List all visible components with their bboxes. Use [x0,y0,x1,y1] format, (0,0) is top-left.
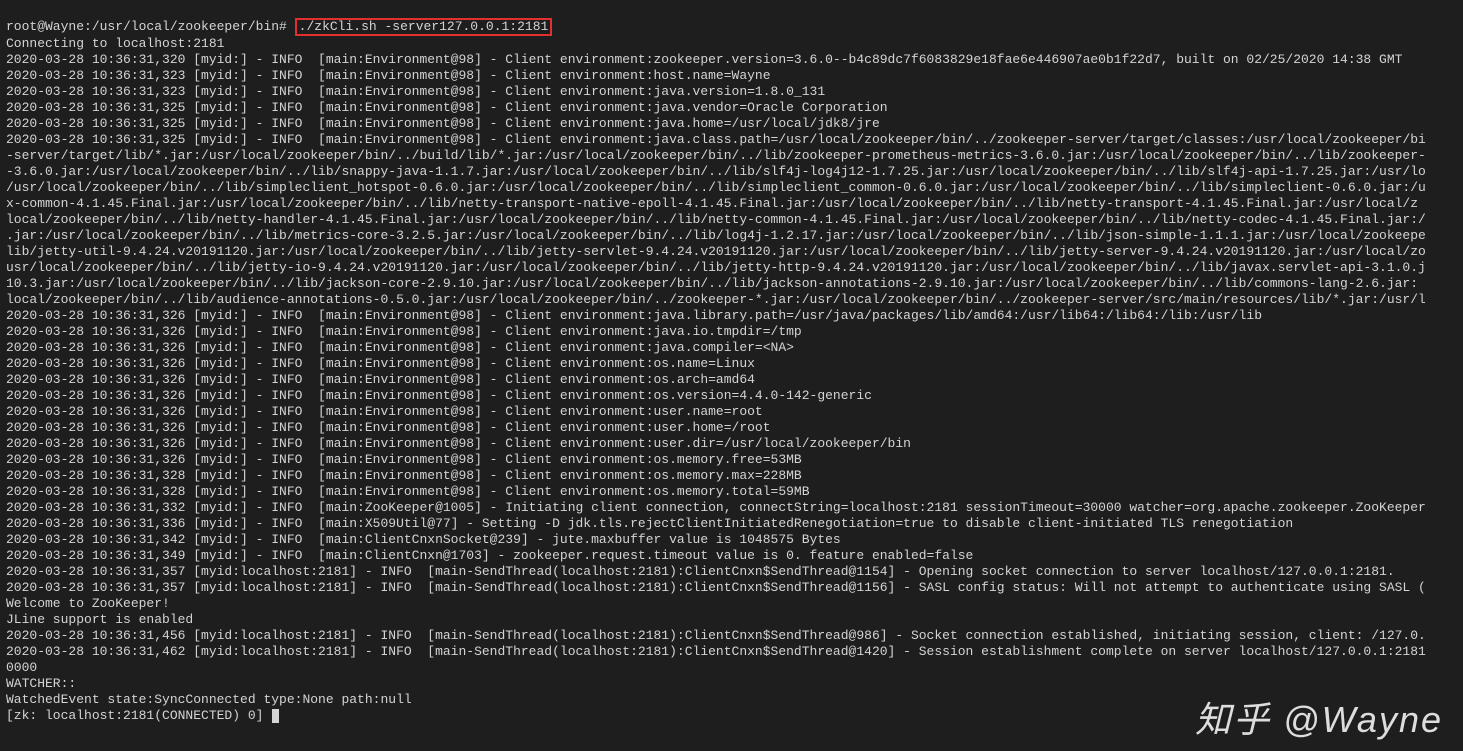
log-line: 2020-03-28 10:36:31,336 [myid:] - INFO [… [6,516,1457,532]
log-line: 2020-03-28 10:36:31,326 [myid:] - INFO [… [6,388,1457,404]
log-line: 2020-03-28 10:36:31,325 [myid:] - INFO [… [6,100,1457,116]
log-line: Connecting to localhost:2181 [6,36,1457,52]
log-line: -server/target/lib/*.jar:/usr/local/zook… [6,148,1457,164]
log-line: 2020-03-28 10:36:31,326 [myid:] - INFO [… [6,324,1457,340]
log-line: Welcome to ZooKeeper! [6,596,1457,612]
log-line: 2020-03-28 10:36:31,323 [myid:] - INFO [… [6,68,1457,84]
zk-prompt: [zk: localhost:2181(CONNECTED) 0] [6,708,271,723]
log-line: 2020-03-28 10:36:31,325 [myid:] - INFO [… [6,116,1457,132]
log-line: 2020-03-28 10:36:31,462 [myid:localhost:… [6,644,1457,660]
terminal-output[interactable]: root@Wayne:/usr/local/zookeeper/bin# ./z… [0,0,1463,751]
log-line: 2020-03-28 10:36:31,326 [myid:] - INFO [… [6,452,1457,468]
log-line: 2020-03-28 10:36:31,326 [myid:] - INFO [… [6,308,1457,324]
log-line: 10.3.jar:/usr/local/zookeeper/bin/../lib… [6,276,1457,292]
log-line: /usr/local/zookeeper/bin/../lib/simplecl… [6,180,1457,196]
shell-prompt: root@Wayne:/usr/local/zookeeper/bin# [6,19,287,34]
log-line: WATCHER:: [6,676,1457,692]
log-line: 2020-03-28 10:36:31,326 [myid:] - INFO [… [6,420,1457,436]
log-line: 2020-03-28 10:36:31,326 [myid:] - INFO [… [6,356,1457,372]
log-line: x-common-4.1.45.Final.jar:/usr/local/zoo… [6,196,1457,212]
log-line: -3.6.0.jar:/usr/local/zookeeper/bin/../l… [6,164,1457,180]
log-line: local/zookeeper/bin/../lib/audience-anno… [6,292,1457,308]
log-line: 2020-03-28 10:36:31,320 [myid:] - INFO [… [6,52,1457,68]
log-line: 2020-03-28 10:36:31,326 [myid:] - INFO [… [6,436,1457,452]
log-line: lib/jetty-util-9.4.24.v20191120.jar:/usr… [6,244,1457,260]
log-line: JLine support is enabled [6,612,1457,628]
prompt-line: root@Wayne:/usr/local/zookeeper/bin# ./z… [6,18,1457,36]
cursor [272,709,279,723]
log-line: 2020-03-28 10:36:31,328 [myid:] - INFO [… [6,468,1457,484]
log-line: 2020-03-28 10:36:31,326 [myid:] - INFO [… [6,404,1457,420]
log-line: 2020-03-28 10:36:31,357 [myid:localhost:… [6,564,1457,580]
log-line: 2020-03-28 10:36:31,342 [myid:] - INFO [… [6,532,1457,548]
zk-prompt-line[interactable]: [zk: localhost:2181(CONNECTED) 0] [6,708,1457,724]
log-line: 2020-03-28 10:36:31,328 [myid:] - INFO [… [6,484,1457,500]
command-highlight: ./zkCli.sh -server127.0.0.1:2181 [295,18,553,36]
log-line: 2020-03-28 10:36:31,456 [myid:localhost:… [6,628,1457,644]
log-line: 2020-03-28 10:36:31,326 [myid:] - INFO [… [6,340,1457,356]
log-line: 2020-03-28 10:36:31,332 [myid:] - INFO [… [6,500,1457,516]
log-line: 2020-03-28 10:36:31,357 [myid:localhost:… [6,580,1457,596]
log-line: 2020-03-28 10:36:31,326 [myid:] - INFO [… [6,372,1457,388]
log-line: usr/local/zookeeper/bin/../lib/jetty-io-… [6,260,1457,276]
log-line: 2020-03-28 10:36:31,325 [myid:] - INFO [… [6,132,1457,148]
log-line: .jar:/usr/local/zookeeper/bin/../lib/met… [6,228,1457,244]
log-line: 2020-03-28 10:36:31,349 [myid:] - INFO [… [6,548,1457,564]
log-line: WatchedEvent state:SyncConnected type:No… [6,692,1457,708]
log-line: local/zookeeper/bin/../lib/netty-handler… [6,212,1457,228]
log-line: 0000 [6,660,1457,676]
log-line: 2020-03-28 10:36:31,323 [myid:] - INFO [… [6,84,1457,100]
log-lines: Connecting to localhost:21812020-03-28 1… [6,36,1457,708]
